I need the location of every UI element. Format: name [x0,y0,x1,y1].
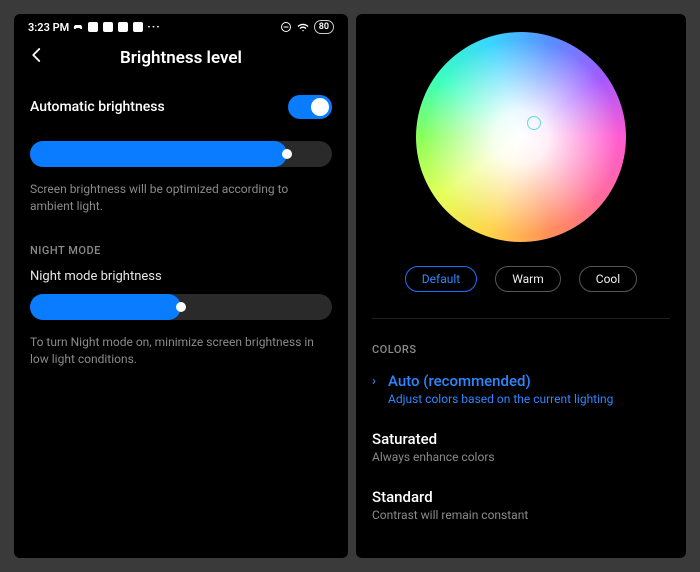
tile-icon [87,21,99,33]
color-option-standard-desc: Contrast will remain constant [372,506,670,522]
color-option-saturated-title: Saturated [372,430,437,448]
color-wheel[interactable] [416,32,626,242]
chevron-right-icon: › [372,374,382,389]
dnd-icon [280,21,292,33]
tile-icon [102,21,114,33]
color-picker-handle[interactable] [527,116,541,130]
color-option-auto[interactable]: › Auto (recommended) Adjust colors based… [372,362,670,420]
brightness-settings-screen: 3:23 PM ··· 80 [14,14,348,558]
color-temp-chips: Default Warm Cool [356,252,686,318]
controller-icon [72,21,84,33]
color-option-standard[interactable]: Standard Contrast will remain constant [372,478,670,536]
auto-brightness-help: Screen brightness will be optimized acco… [30,175,332,234]
night-mode-heading: NIGHT MODE [30,234,332,263]
wifi-icon [297,21,309,33]
status-bar: 3:23 PM ··· 80 [14,14,348,36]
chip-default[interactable]: Default [405,266,477,292]
status-left: 3:23 PM ··· [28,20,161,34]
brightness-slider[interactable] [30,141,332,167]
colors-heading: COLORS [372,333,670,362]
battery-indicator: 80 [314,20,334,34]
auto-brightness-label: Automatic brightness [30,99,165,115]
night-mode-slider[interactable] [30,294,332,320]
color-option-auto-title: Auto (recommended) [388,372,531,390]
tile-icon [132,21,144,33]
status-time: 3:23 PM [28,21,69,34]
auto-brightness-toggle[interactable] [288,95,332,119]
color-option-auto-desc: Adjust colors based on the current light… [372,390,670,406]
auto-brightness-row: Automatic brightness [30,87,332,127]
status-right: 80 [280,20,334,34]
color-option-saturated-desc: Always enhance colors [372,448,670,464]
color-option-saturated[interactable]: Saturated Always enhance colors [372,420,670,478]
divider [372,318,670,319]
color-option-standard-title: Standard [372,488,433,506]
night-mode-label: Night mode brightness [30,263,332,284]
chip-warm[interactable]: Warm [495,266,561,292]
header: Brightness level [14,36,348,87]
color-settings-screen: Default Warm Cool COLORS › Auto (recomme… [356,14,686,558]
page-title: Brightness level [14,48,348,68]
color-wheel-container [356,14,686,252]
chip-cool[interactable]: Cool [579,266,637,292]
more-icon: ··· [147,20,161,34]
tile-icon [117,21,129,33]
back-button[interactable] [28,46,52,69]
night-mode-help: To turn Night mode on, minimize screen b… [30,328,332,387]
